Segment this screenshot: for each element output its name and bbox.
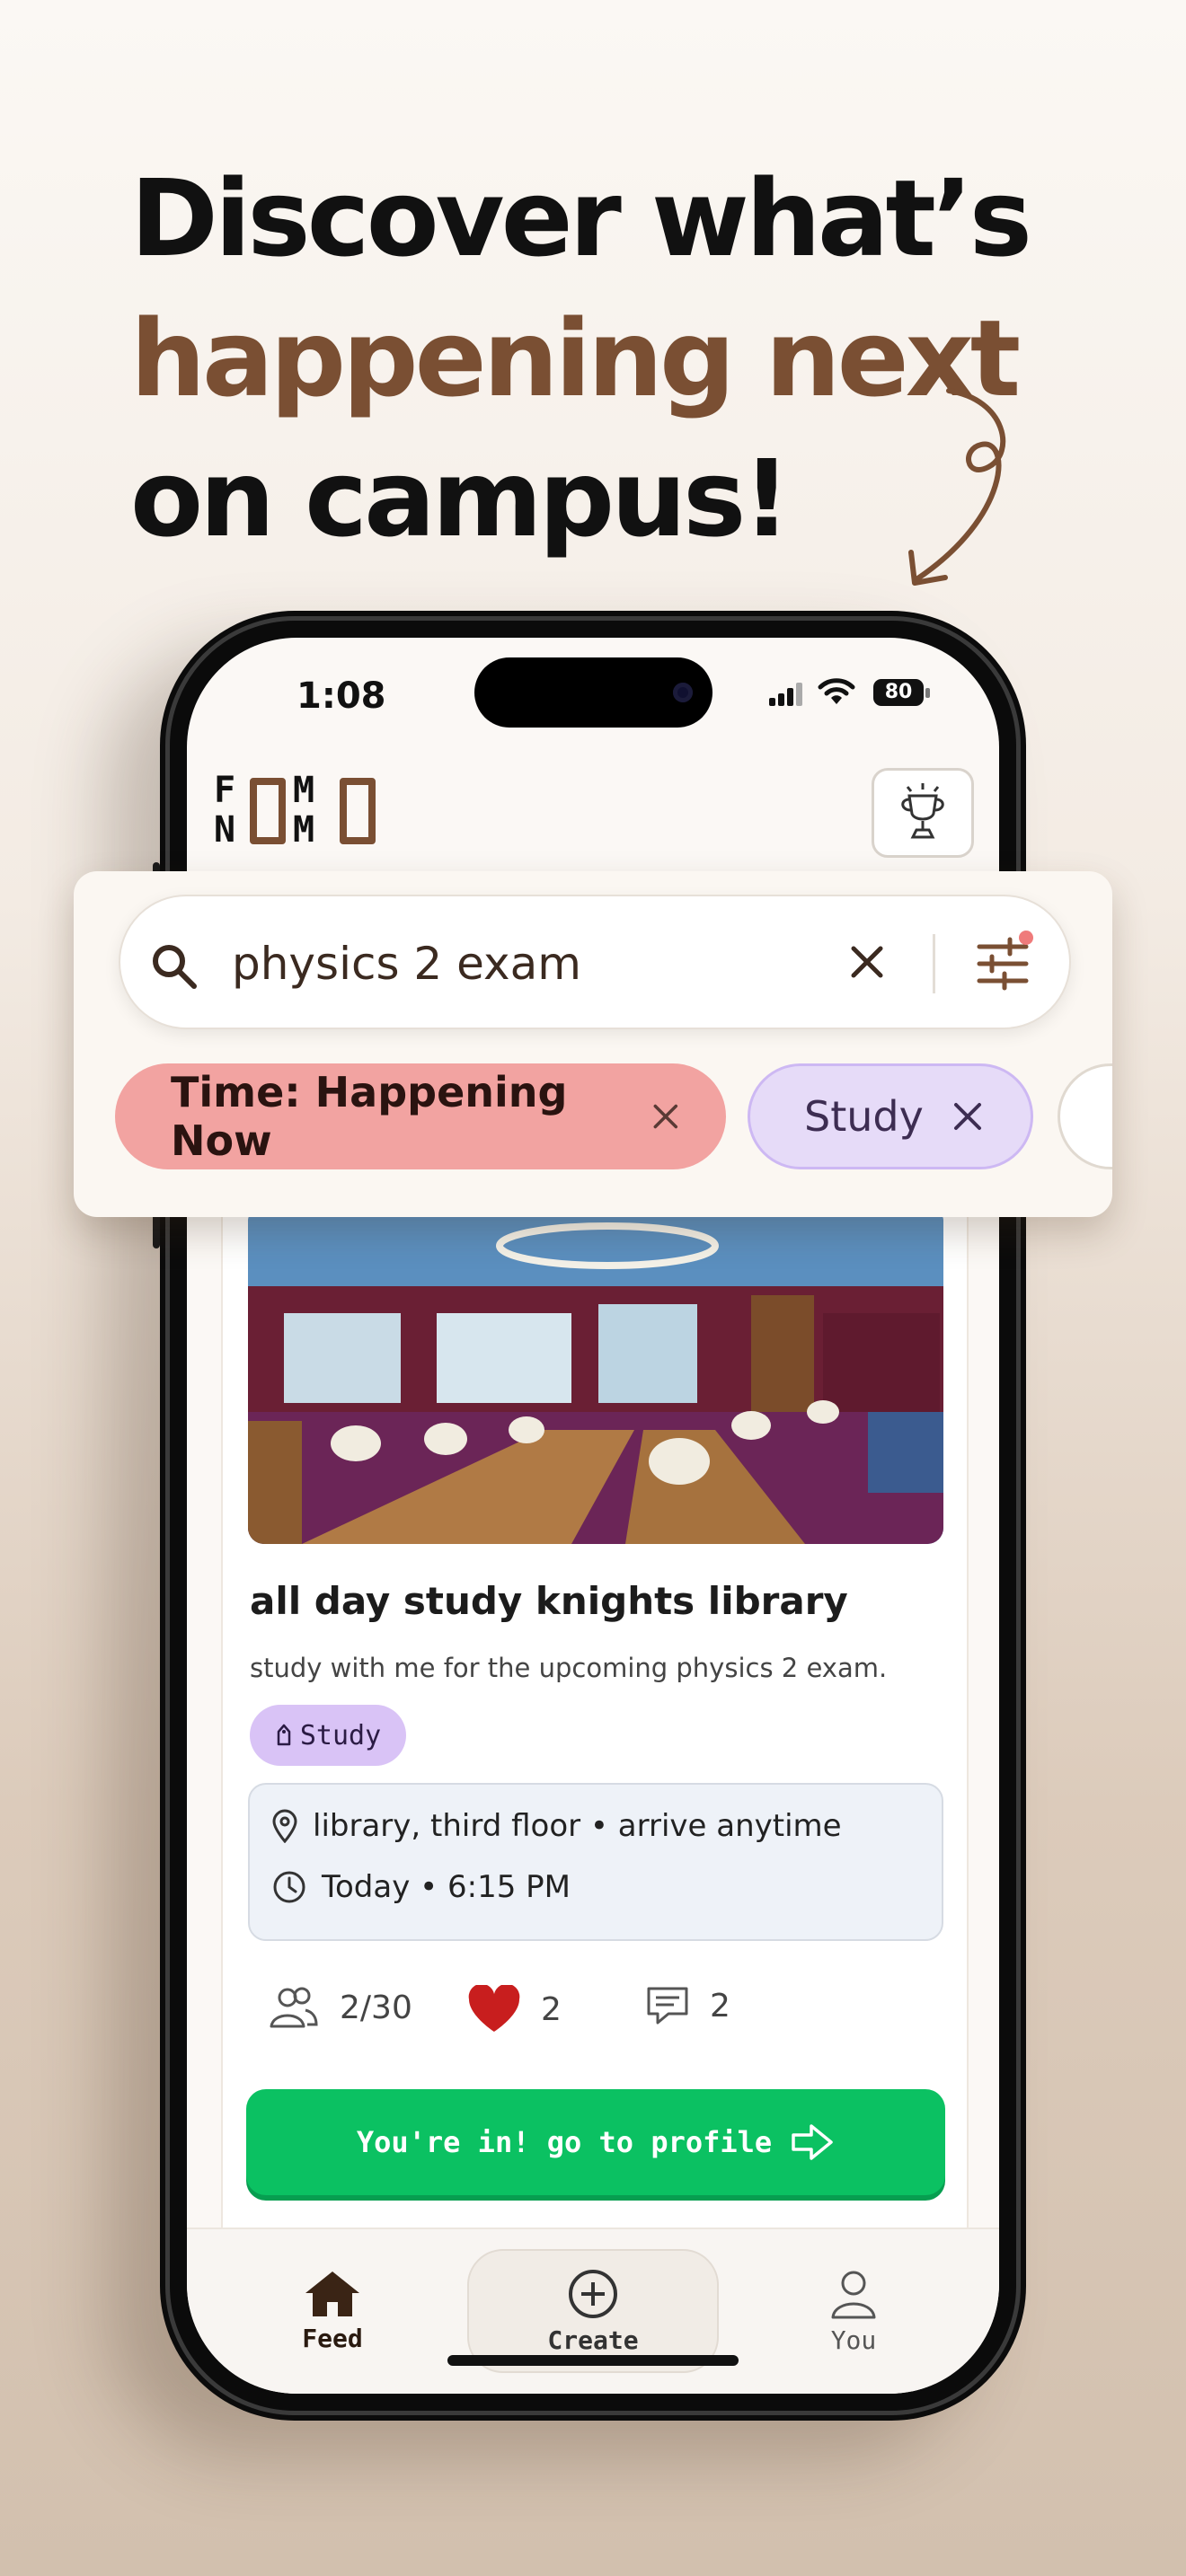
status-bar: 1:08 80: [187, 638, 999, 745]
filter-chip-study[interactable]: Study: [748, 1063, 1033, 1169]
logo-o-block: [340, 778, 376, 844]
tab-you-label: You: [830, 2325, 877, 2355]
filter-chip-study-label: Study: [804, 1092, 924, 1141]
home-icon: [305, 2271, 359, 2316]
dynamic-island: [474, 657, 712, 728]
close-icon[interactable]: [951, 1099, 985, 1134]
search-input[interactable]: [232, 931, 807, 997]
comment-button[interactable]: 2: [645, 1985, 730, 2026]
event-stats: 2/30 2 2: [268, 1985, 897, 2048]
cta-label: You're in! go to profile: [356, 2125, 773, 2159]
attendees-stat[interactable]: 2/30: [268, 1985, 412, 2030]
time-row: Today • 6:15 PM: [271, 1869, 571, 1905]
battery-tip: [925, 688, 930, 698]
leaderboard-button[interactable]: [872, 768, 974, 858]
clock-icon: [273, 1871, 305, 1903]
tab-create-label: Create: [547, 2325, 639, 2355]
logo-o-block: [250, 778, 286, 844]
wifi-icon: [818, 678, 855, 704]
filter-chip-time[interactable]: Time: Happening Now: [115, 1063, 726, 1169]
camera-icon: [673, 683, 693, 702]
headline: Discover what’s happening next on campus…: [130, 148, 1032, 569]
signal-icon: [769, 683, 802, 706]
headline-line-1: Discover what’s: [130, 156, 1032, 280]
headline-line-2: happening next: [130, 296, 1021, 420]
status-time: 1:08: [296, 675, 386, 717]
location-row: library, third floor • arrive anytime: [271, 1808, 842, 1844]
like-count: 2: [541, 1990, 562, 2028]
comment-count: 2: [710, 1987, 730, 2025]
people-icon: [270, 1987, 318, 2028]
curly-arrow-icon: [908, 388, 1006, 586]
attendee-count: 2/30: [340, 1989, 412, 2026]
filter-chip-more[interactable]: [1058, 1063, 1112, 1169]
tag-icon: [277, 1724, 291, 1746]
clear-search-icon[interactable]: [845, 940, 890, 984]
bottom-tab-bar: Feed Create You: [187, 2228, 999, 2394]
like-button[interactable]: 2: [467, 1985, 562, 2033]
comment-icon: [647, 1987, 688, 2025]
close-icon[interactable]: [651, 1099, 681, 1134]
event-title: all day study knights library: [250, 1579, 848, 1623]
study-tag: Study: [250, 1705, 406, 1766]
search-panel: Time: Happening Now Study: [74, 871, 1112, 1217]
library-illustration: [248, 1205, 943, 1544]
event-details: library, third floor • arrive anytime To…: [248, 1783, 943, 1941]
user-icon: [831, 2271, 876, 2318]
event-card[interactable]: all day study knights library study with…: [221, 1177, 969, 2317]
event-description: study with me for the upcoming physics 2…: [250, 1653, 888, 1683]
tab-feed-label: Feed: [302, 2323, 363, 2353]
logo-letter: M: [293, 809, 315, 851]
home-indicator: [447, 2355, 739, 2366]
event-location: library, third floor • arrive anytime: [313, 1808, 842, 1844]
event-time: Today • 6:15 PM: [322, 1869, 571, 1905]
fomo-logo: F N M M: [214, 772, 389, 848]
filter-active-dot: [1019, 931, 1033, 945]
headline-line-3: on campus!: [130, 437, 791, 560]
battery-level: 80: [873, 679, 924, 706]
tab-feed[interactable]: Feed: [207, 2249, 458, 2373]
plus-circle-icon: [569, 2269, 617, 2318]
search-bar: [119, 895, 1071, 1029]
logo-letter: F: [214, 770, 236, 811]
go-to-profile-button[interactable]: You're in! go to profile: [246, 2089, 945, 2195]
event-photo: [248, 1205, 943, 1544]
logo-letter: N: [214, 809, 236, 851]
arrow-right-icon: [792, 2124, 833, 2160]
search-icon: [153, 945, 197, 989]
logo-letter: M: [293, 770, 315, 811]
tab-you[interactable]: You: [728, 2249, 979, 2373]
map-pin-icon: [272, 1809, 297, 1843]
filter-chip-time-label: Time: Happening Now: [171, 1068, 568, 1165]
heart-icon: [468, 1985, 520, 2032]
trophy-icon: [901, 783, 944, 839]
study-tag-label: Study: [299, 1719, 382, 1751]
search-divider: [933, 934, 935, 993]
